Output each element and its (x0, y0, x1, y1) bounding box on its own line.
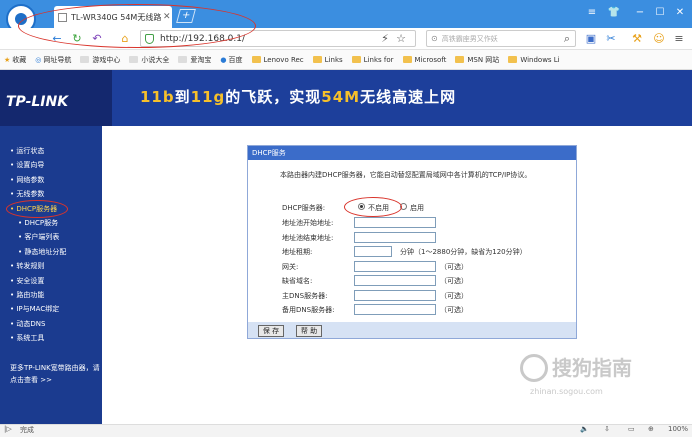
watermark-url: zhinan.sogou.com (530, 387, 603, 396)
field-note: （可选） (440, 277, 468, 285)
sidebar-item[interactable]: • 动态DNS (10, 319, 45, 329)
bookmark-links[interactable]: Links (312, 56, 343, 64)
bookmark-novels[interactable]: 小说大全 (129, 55, 169, 65)
search-icon[interactable]: ⌕ (560, 32, 574, 46)
minimize-icon[interactable]: − (632, 6, 648, 20)
speed-icon[interactable]: ⚡ (378, 32, 392, 46)
dhcp-server-label: DHCP服务器: (282, 204, 326, 212)
bookmark-favorites[interactable]: ★ 收藏 (4, 55, 26, 65)
dhcp-highlight-circle (6, 200, 68, 218)
save-button[interactable]: 保 存 (258, 325, 284, 337)
sidebar-item[interactable]: • 网络参数 (10, 175, 44, 185)
field-label: 地址池结束地址: (282, 233, 334, 242)
banner-part: 到 (174, 88, 191, 106)
sidebar-item[interactable]: • 系统工具 (10, 333, 44, 343)
sidebar-item[interactable]: • 安全设置 (10, 276, 44, 286)
sidebar-item[interactable]: • 设置向导 (10, 160, 44, 170)
bookmark-windows[interactable]: Windows Li (508, 56, 560, 64)
field-note: （可选） (440, 262, 468, 271)
field-note: 分钟（1～2880分钟，缺省为120分钟） (400, 248, 527, 256)
scissors-icon[interactable]: ✂ (604, 32, 618, 46)
field-label: 网关: (282, 262, 299, 271)
sound-icon[interactable]: 🔈 (580, 425, 589, 433)
field-note: （可选） (440, 306, 468, 314)
bookmark-nav[interactable]: ◎ 网址导航 (35, 55, 71, 65)
zoom-level[interactable]: 100% (668, 425, 688, 433)
zoom-icon[interactable]: ⊕ (648, 425, 654, 433)
sidebar-item[interactable]: • IP与MAC绑定 (10, 304, 59, 314)
field-input[interactable] (354, 246, 392, 257)
maximize-icon[interactable]: ☐ (652, 6, 668, 20)
panel-title: DHCP服务 (248, 146, 576, 160)
radio-highlight-circle (344, 197, 402, 217)
field-label: 备用DNS服务器: (282, 306, 335, 314)
sidebar-item[interactable]: • 静态地址分配 (18, 247, 66, 257)
sidebar-item[interactable]: • 客户端列表 (18, 232, 59, 242)
panel-description: 本路由器内建DHCP服务器，它能自动替您配置局域网中各计算机的TCP/IP协议。 (280, 171, 532, 179)
search-engine-icon: ⊙ (431, 34, 438, 43)
bookmark-taobao[interactable]: 爱淘宝 (178, 55, 211, 65)
close-window-icon[interactable]: ✕ (672, 6, 688, 20)
tab-highlight-circle (18, 4, 256, 48)
sidebar-item[interactable]: • 无线参数 (10, 189, 44, 199)
status-text: 完成 (20, 426, 34, 434)
more-icon[interactable]: ≡ (672, 32, 686, 46)
more-products-link[interactable]: 更多TP-LINK宽带路由器，请点击查看 >> (10, 362, 100, 386)
banner-part: 无线高速上网 (360, 88, 457, 106)
bookmark-msn[interactable]: MSN 网站 (455, 55, 499, 65)
menu-icon[interactable]: ≡ (584, 6, 600, 20)
field-input[interactable] (354, 231, 436, 243)
banner-part: 11b (140, 88, 175, 106)
field-input[interactable] (354, 289, 436, 301)
favorite-star-icon[interactable]: ☆ (394, 32, 408, 46)
download-icon[interactable]: ⇩ (604, 425, 610, 433)
bookmark-microsoft[interactable]: Microsoft (402, 56, 446, 64)
banner-part: 54M (321, 88, 361, 106)
status-icon: |▷ (4, 425, 12, 433)
field-label: 地址租期: (282, 248, 313, 256)
bookmark-links-for[interactable]: Links for (351, 56, 394, 64)
skin-icon[interactable]: 👕 (606, 6, 622, 20)
field-label: 缺省域名: (282, 277, 313, 285)
field-label: 地址池开始地址: (282, 219, 334, 227)
search-placeholder: 高铁霸座男又作妖 (441, 34, 498, 43)
sidebar-item[interactable]: • 路由功能 (10, 290, 44, 300)
dhcp-enable-label: 启用 (410, 204, 424, 212)
banner-slogan: 11b到11g的飞跃，实现54M无线高速上网 (140, 86, 456, 107)
tp-link-logo: TP-LINK (6, 94, 69, 110)
extension-icon[interactable]: ▣ (584, 32, 598, 46)
bookmarks-bar: ★ 收藏 ◎ 网址导航 游戏中心 小说大全 爱淘宝 ● 百度 Lenovo Rec L… (0, 50, 692, 70)
bookmark-baidu[interactable]: ● 百度 (220, 55, 242, 65)
banner-part: 11g (190, 88, 226, 106)
sidebar-item[interactable]: • 运行状态 (10, 146, 44, 156)
field-input[interactable] (354, 260, 436, 272)
bookmark-lenovo[interactable]: Lenovo Rec (251, 56, 304, 64)
search-input[interactable]: ⊙ 高铁霸座男又作妖 (426, 30, 576, 47)
watermark-text: 搜狗指南 (552, 356, 632, 380)
field-note: （可选） (440, 291, 468, 300)
banner-part: 的飞跃，实现 (225, 88, 322, 106)
field-input[interactable] (354, 217, 436, 228)
tools-icon[interactable]: ⚒ (630, 32, 644, 46)
screen-icon[interactable]: ▭ (628, 425, 635, 433)
help-button[interactable]: 帮 助 (296, 325, 322, 337)
field-label: 主DNS服务器: (282, 291, 328, 300)
sidebar-item[interactable]: • 转发规则 (10, 261, 44, 271)
watermark: 搜狗指南 zhinan.sogou.com (520, 352, 680, 412)
field-input[interactable] (354, 304, 436, 315)
emoji-icon[interactable]: ☺ (652, 32, 666, 46)
sidebar-item[interactable]: • DHCP服务 (18, 218, 58, 228)
field-input[interactable] (354, 275, 436, 286)
bookmark-games[interactable]: 游戏中心 (80, 55, 120, 65)
